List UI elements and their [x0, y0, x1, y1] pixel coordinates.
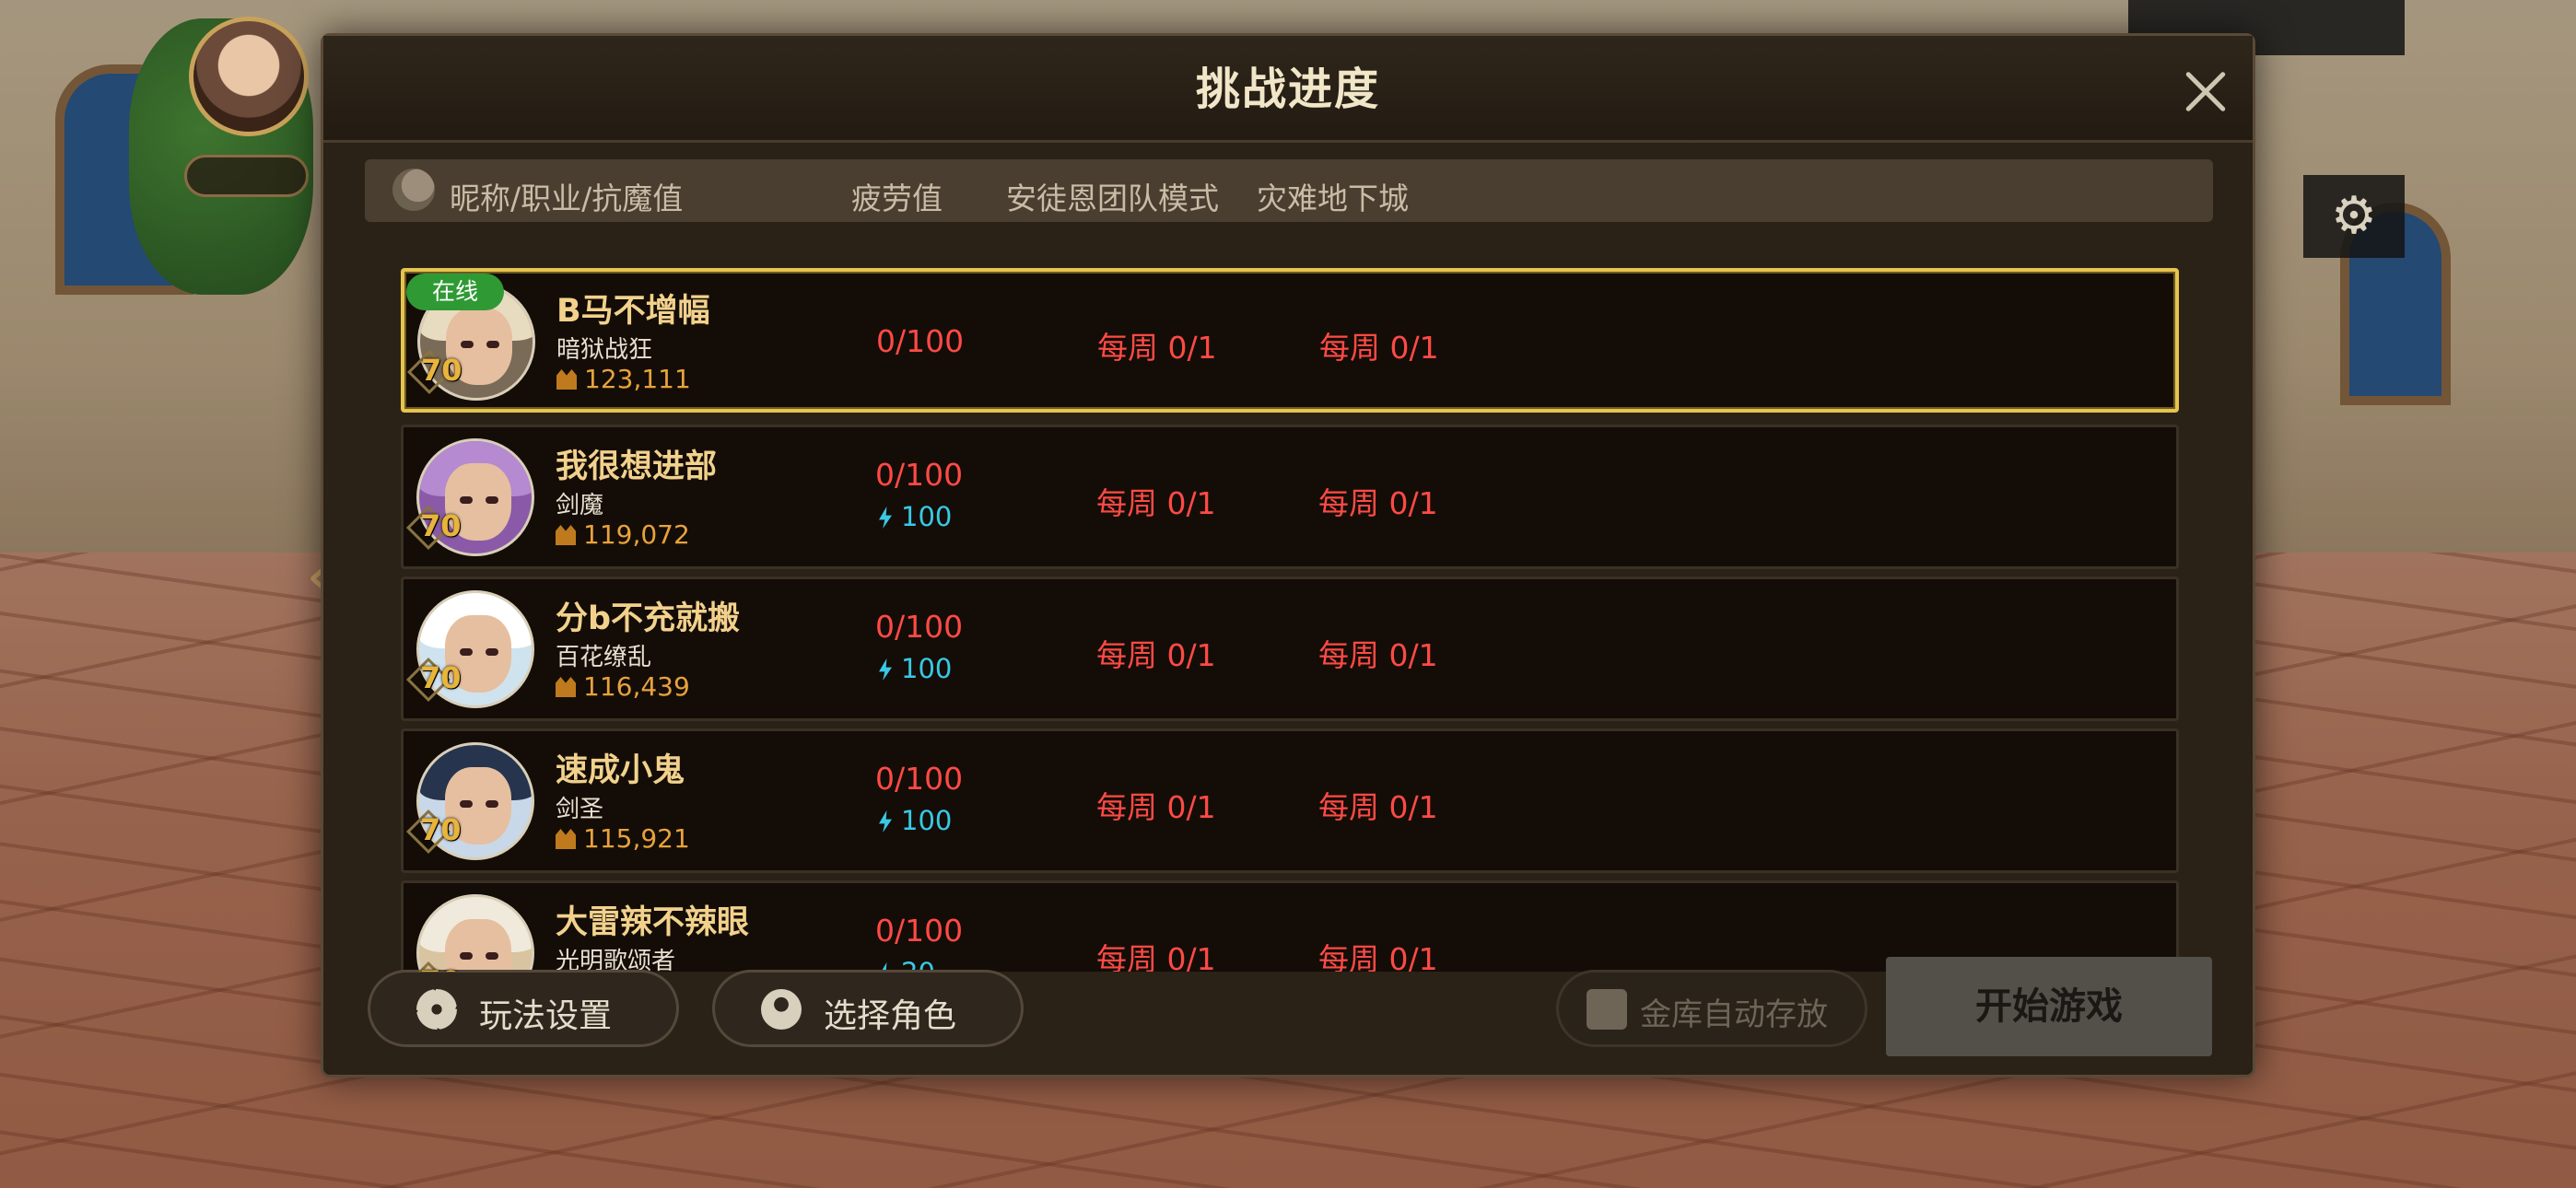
- gameplay-settings-label: 玩法设置: [479, 997, 613, 1035]
- fatigue-value: 0/100: [875, 457, 964, 493]
- lightning-icon: [879, 658, 892, 681]
- energy-value: 100: [879, 653, 952, 684]
- player-tag: [184, 155, 309, 197]
- anton-progress: 每周 0/1: [1096, 485, 1216, 521]
- anton-progress: 每周 0/1: [1096, 789, 1216, 825]
- calamity-progress: 每周 0/1: [1318, 941, 1438, 972]
- character-name: 大雷辣不辣眼: [556, 904, 750, 941]
- calamity-progress: 每周 0/1: [1318, 485, 1438, 521]
- select-role-button[interactable]: 选择角色: [712, 970, 1024, 1047]
- crown-icon: [556, 525, 576, 545]
- character-power: 115,921: [556, 823, 690, 854]
- anton-progress: 每周 0/1: [1097, 330, 1217, 366]
- character-level: 70: [420, 964, 462, 972]
- character-portrait: [416, 894, 534, 972]
- energy-number: 100: [901, 501, 953, 532]
- character-power: 119,072: [556, 519, 690, 550]
- settings-gear-icon[interactable]: ⚙: [2303, 175, 2405, 258]
- auto-storage-label: 金库自动存放: [1640, 996, 1828, 1033]
- power-value: 123,111: [584, 364, 691, 394]
- energy-number: 100: [901, 805, 953, 836]
- lightning-icon: [879, 507, 892, 529]
- calamity-progress: 每周 0/1: [1319, 330, 1439, 366]
- character-row[interactable]: 70 速成小鬼 剑圣 115,921 0/100 100 每周 0/1 每周 0…: [401, 728, 2179, 873]
- select-role-label: 选择角色: [824, 997, 957, 1035]
- character-level: 70: [420, 812, 462, 847]
- calamity-progress: 每周 0/1: [1318, 789, 1438, 825]
- character-row[interactable]: 70 分b不充就搬 百花缭乱 116,439 0/100 100 每周 0/1 …: [401, 577, 2179, 721]
- character-level: 70: [420, 508, 462, 543]
- gameplay-settings-button[interactable]: 玩法设置: [368, 970, 679, 1047]
- start-game-button[interactable]: 开始游戏: [1886, 957, 2212, 1056]
- gear-icon: [416, 989, 457, 1030]
- portrait-eye: [486, 496, 498, 504]
- energy-value: 100: [879, 501, 952, 532]
- column-name: 昵称/职业/抗魔值: [450, 181, 684, 216]
- character-job: 剑圣: [556, 796, 604, 823]
- character-name: 速成小鬼: [556, 752, 685, 789]
- column-anton: 安徒恩团队模式: [1006, 181, 1219, 216]
- online-badge: 在线: [406, 274, 504, 310]
- portrait-eye: [460, 648, 473, 656]
- anton-progress: 每周 0/1: [1096, 941, 1216, 972]
- dialog-header: 挑战进度: [323, 36, 2253, 143]
- auto-storage-button[interactable]: 金库自动存放: [1556, 970, 1868, 1047]
- portrait-eye: [460, 800, 473, 808]
- portrait-eye: [460, 496, 473, 504]
- fatigue-value: 0/100: [875, 761, 964, 797]
- portrait-eye: [486, 952, 498, 960]
- character-name: 我很想进部: [556, 448, 718, 485]
- portrait-eye: [486, 341, 499, 348]
- vault-icon: [1587, 989, 1627, 1030]
- character-power: 116,439: [556, 671, 690, 702]
- fatigue-value: 0/100: [875, 609, 964, 645]
- column-header-bar: 昵称/职业/抗魔值 疲劳值 安徒恩团队模式 灾难地下城: [365, 159, 2213, 222]
- character-name: 分b不充就搬: [556, 600, 741, 637]
- crown-icon: [556, 677, 576, 697]
- character-row[interactable]: 70 我很想进部 剑魔 119,072 0/100 100 每周 0/1 每周 …: [401, 425, 2179, 569]
- character-job: 光明歌颂者: [556, 948, 676, 972]
- character-job: 暗狱战狂: [556, 336, 653, 364]
- calamity-progress: 每周 0/1: [1318, 637, 1438, 673]
- fatigue-value: 0/100: [876, 323, 965, 359]
- crown-icon: [556, 829, 576, 849]
- character-level: 70: [421, 353, 463, 388]
- challenge-progress-dialog: 挑战进度 昵称/职业/抗魔值 疲劳值 安徒恩团队模式 灾难地下城 在线 70 B…: [321, 33, 2255, 1077]
- character-name: B马不增幅: [556, 293, 710, 330]
- character-level: 70: [420, 660, 462, 695]
- character-icon: [761, 989, 802, 1030]
- portrait-eye: [486, 800, 498, 808]
- portrait-eye: [486, 648, 498, 656]
- character-job: 百花缭乱: [556, 644, 652, 671]
- column-fatigue: 疲劳值: [851, 181, 943, 216]
- crown-icon: [556, 369, 577, 390]
- dialog-title: 挑战进度: [1195, 64, 1380, 115]
- portrait-eye: [460, 952, 473, 960]
- character-list[interactable]: 在线 70 B马不增幅 暗狱战狂 123,111 0/100 每周 0/1 每周…: [323, 233, 2258, 972]
- lightning-icon: [879, 810, 892, 833]
- player-avatar[interactable]: [189, 17, 309, 136]
- anton-progress: 每周 0/1: [1096, 637, 1216, 673]
- character-column-icon: [392, 169, 435, 211]
- power-value: 119,072: [583, 519, 690, 550]
- energy-value: 100: [879, 805, 952, 836]
- power-value: 115,921: [583, 823, 690, 854]
- close-icon[interactable]: [2173, 60, 2238, 124]
- character-job: 剑魔: [556, 492, 604, 519]
- portrait-eye: [461, 341, 474, 348]
- character-row[interactable]: 在线 70 B马不增幅 暗狱战狂 123,111 0/100 每周 0/1 每周…: [401, 268, 2179, 413]
- column-calamity: 灾难地下城: [1257, 181, 1409, 216]
- character-power: 123,111: [556, 364, 691, 394]
- energy-number: 100: [901, 653, 953, 684]
- fatigue-value: 0/100: [875, 913, 964, 949]
- power-value: 116,439: [583, 671, 690, 702]
